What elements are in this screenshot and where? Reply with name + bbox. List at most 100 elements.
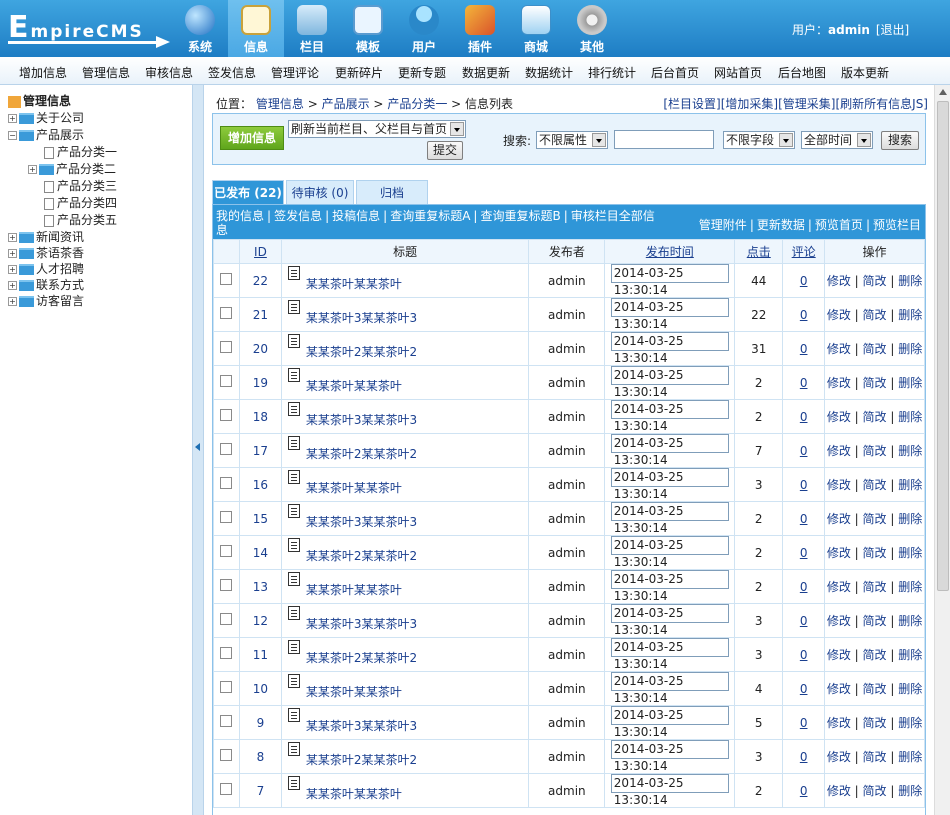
row-comments-link[interactable]: 0 — [800, 546, 808, 560]
row-id[interactable]: 8 — [257, 750, 265, 764]
row-title-link[interactable]: 某某茶叶2某某茶叶2 — [306, 447, 417, 461]
row-id[interactable]: 15 — [253, 512, 268, 526]
breadcrumb-link[interactable]: 产品展示 — [322, 97, 370, 111]
quick-edit-link[interactable]: 简改 — [863, 410, 887, 424]
column-settings-link[interactable]: [栏目设置] — [663, 97, 720, 111]
scroll-thumb[interactable] — [937, 101, 949, 591]
tree-item[interactable]: + 茶语茶香 — [8, 244, 84, 261]
breadcrumb-link[interactable]: 管理信息 — [256, 97, 304, 111]
edit-link[interactable]: 修改 — [827, 784, 851, 798]
row-title-link[interactable]: 某某茶叶3某某茶叶3 — [306, 311, 417, 325]
row-id[interactable]: 7 — [257, 784, 265, 798]
delete-link[interactable]: 删除 — [898, 410, 922, 424]
row-time-field[interactable]: 2014-03-25 13:30:14 — [610, 332, 729, 365]
quick-edit-link[interactable]: 简改 — [863, 580, 887, 594]
document-edit-icon[interactable] — [287, 401, 300, 416]
row-checkbox[interactable] — [220, 443, 233, 455]
sort-comments-link[interactable]: 评论 — [792, 245, 816, 259]
row-comments-link[interactable]: 0 — [800, 342, 808, 356]
collapse-icon[interactable]: − — [8, 131, 17, 140]
tab-published[interactable]: 已发布 (22) — [212, 180, 284, 204]
quick-edit-link[interactable]: 简改 — [863, 648, 887, 662]
quick-edit-link[interactable]: 简改 — [863, 308, 887, 322]
document-edit-icon[interactable] — [287, 503, 300, 518]
quick-edit-link[interactable]: 简改 — [863, 614, 887, 628]
row-checkbox[interactable] — [220, 749, 233, 761]
row-title-link[interactable]: 某某茶叶2某某茶叶2 — [306, 651, 417, 665]
tab-pending[interactable]: 待审核 (0) — [286, 180, 354, 204]
menu-site-home[interactable]: 网站首页 — [714, 64, 762, 81]
edit-link[interactable]: 修改 — [827, 614, 851, 628]
row-time-field[interactable]: 2014-03-25 13:30:14 — [610, 638, 729, 671]
delete-link[interactable]: 删除 — [898, 274, 922, 288]
document-edit-icon[interactable] — [287, 299, 300, 314]
document-edit-icon[interactable] — [287, 775, 300, 790]
nav-other[interactable]: 其他 — [564, 0, 620, 57]
quick-edit-link[interactable]: 简改 — [863, 342, 887, 356]
delete-link[interactable]: 删除 — [898, 580, 922, 594]
edit-link[interactable]: 修改 — [827, 512, 851, 526]
expand-icon[interactable]: + — [8, 265, 17, 274]
row-checkbox[interactable] — [220, 545, 233, 557]
nav-system[interactable]: 系统 — [172, 0, 228, 57]
vertical-scrollbar[interactable] — [934, 85, 950, 815]
menu-update-topics[interactable]: 更新专题 — [398, 64, 446, 81]
nav-info[interactable]: 信息 — [228, 0, 284, 57]
row-title-link[interactable]: 某某茶叶某某茶叶 — [306, 685, 402, 699]
expand-icon[interactable]: + — [8, 249, 17, 258]
search-button[interactable]: 搜索 — [881, 131, 919, 150]
delete-link[interactable]: 删除 — [898, 478, 922, 492]
row-checkbox[interactable] — [220, 477, 233, 489]
row-checkbox[interactable] — [220, 273, 233, 285]
logout-link[interactable]: [退出] — [876, 23, 909, 37]
manage-attachments-link[interactable]: 管理附件 — [699, 218, 747, 232]
edit-link[interactable]: 修改 — [827, 546, 851, 560]
row-comments-link[interactable]: 0 — [800, 750, 808, 764]
quick-edit-link[interactable]: 简改 — [863, 512, 887, 526]
header-comments[interactable]: 评论 — [782, 239, 826, 264]
field-select[interactable]: 不限字段 — [723, 131, 795, 149]
quick-edit-link[interactable]: 简改 — [863, 546, 887, 560]
row-comments-link[interactable]: 0 — [800, 512, 808, 526]
row-id[interactable]: 14 — [253, 546, 268, 560]
quick-edit-link[interactable]: 简改 — [863, 444, 887, 458]
edit-link[interactable]: 修改 — [827, 342, 851, 356]
row-comments-link[interactable]: 0 — [800, 376, 808, 390]
row-title-link[interactable]: 某某茶叶某某茶叶 — [306, 379, 402, 393]
row-title-link[interactable]: 某某茶叶2某某茶叶2 — [306, 753, 417, 767]
manage-collect-link[interactable]: [管理采集] — [778, 97, 835, 111]
delete-link[interactable]: 删除 — [898, 784, 922, 798]
edit-link[interactable]: 修改 — [827, 716, 851, 730]
edit-link[interactable]: 修改 — [827, 648, 851, 662]
tree-item[interactable]: + 联系方式 — [8, 276, 84, 293]
tree-item[interactable]: 产品分类五 — [44, 211, 117, 228]
header-id[interactable]: ID — [238, 239, 282, 264]
row-comments-link[interactable]: 0 — [800, 784, 808, 798]
add-info-button[interactable]: 增加信息 — [220, 126, 284, 150]
row-time-field[interactable]: 2014-03-25 13:30:14 — [610, 536, 729, 569]
tree-item[interactable]: 产品分类三 — [44, 177, 117, 194]
nav-template[interactable]: 模板 — [340, 0, 396, 57]
edit-link[interactable]: 修改 — [827, 682, 851, 696]
row-title-link[interactable]: 某某茶叶3某某茶叶3 — [306, 515, 417, 529]
menu-update-fragments[interactable]: 更新碎片 — [335, 64, 383, 81]
sort-id-link[interactable]: ID — [254, 245, 267, 259]
sort-time-link[interactable]: 发布时间 — [646, 245, 694, 259]
menu-manage-comments[interactable]: 管理评论 — [271, 64, 319, 81]
edit-link[interactable]: 修改 — [827, 308, 851, 322]
row-id[interactable]: 21 — [253, 308, 268, 322]
nav-column[interactable]: 栏目 — [284, 0, 340, 57]
row-title-link[interactable]: 某某茶叶某某茶叶 — [306, 583, 402, 597]
row-id[interactable]: 11 — [253, 648, 268, 662]
row-id[interactable]: 9 — [257, 716, 265, 730]
row-checkbox[interactable] — [220, 341, 233, 353]
quick-edit-link[interactable]: 简改 — [863, 750, 887, 764]
edit-link[interactable]: 修改 — [827, 750, 851, 764]
tree-item[interactable]: + 新闻资讯 — [8, 228, 84, 245]
document-edit-icon[interactable] — [287, 265, 300, 280]
row-checkbox[interactable] — [220, 715, 233, 727]
row-id[interactable]: 10 — [253, 682, 268, 696]
sign-info-link[interactable]: 签发信息 — [274, 209, 322, 223]
tree-item[interactable]: 产品分类一 — [44, 143, 117, 160]
row-title-link[interactable]: 某某茶叶3某某茶叶3 — [306, 413, 417, 427]
